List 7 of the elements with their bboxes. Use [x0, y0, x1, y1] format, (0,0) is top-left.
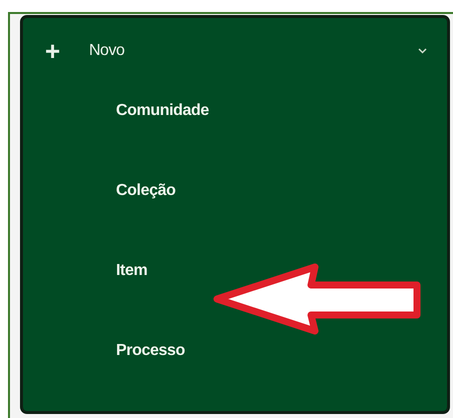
new-menu-toggle[interactable]: + Novo [23, 38, 447, 64]
menu-item[interactable]: Processo [116, 334, 185, 368]
menu-item[interactable]: Comunidade [116, 94, 209, 128]
chevron-icon [418, 48, 427, 54]
menu-item[interactable]: Item [116, 254, 148, 288]
menu-item[interactable]: Coleção [116, 174, 176, 208]
plus-icon: + [45, 38, 67, 64]
